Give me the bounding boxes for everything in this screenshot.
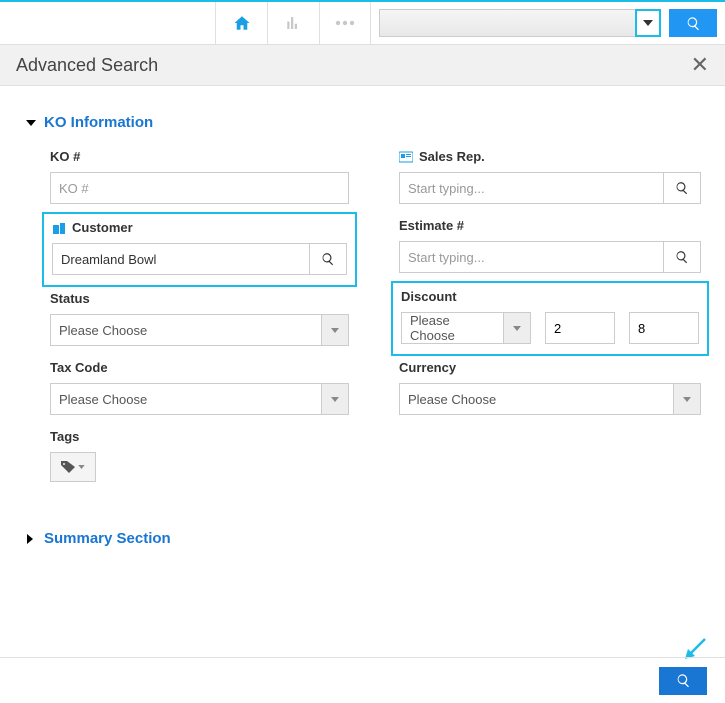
currency-label: Currency bbox=[399, 360, 701, 375]
sales-rep-label: Sales Rep. bbox=[419, 149, 485, 164]
tax-code-label: Tax Code bbox=[50, 360, 349, 375]
currency-value: Please Choose bbox=[399, 383, 673, 415]
global-search-input[interactable] bbox=[379, 9, 636, 37]
status-label: Status bbox=[50, 291, 349, 306]
caret-down-icon bbox=[683, 397, 691, 402]
field-tags: Tags bbox=[50, 429, 349, 482]
bar-chart-icon bbox=[285, 14, 303, 32]
field-discount: Discount Please Choose bbox=[401, 289, 699, 344]
estimate-search-button[interactable] bbox=[663, 241, 701, 273]
customer-label: Customer bbox=[72, 220, 133, 235]
field-tax-code: Tax Code Please Choose bbox=[50, 360, 349, 415]
search-icon bbox=[675, 181, 689, 195]
section-summary-header[interactable]: Summary Section bbox=[24, 530, 701, 547]
discount-type-toggle[interactable] bbox=[503, 312, 531, 344]
discount-label: Discount bbox=[401, 289, 699, 304]
tag-icon bbox=[61, 461, 75, 473]
caret-down-icon bbox=[78, 465, 85, 469]
caret-down-icon bbox=[513, 326, 521, 331]
field-estimate: Estimate # bbox=[399, 218, 701, 273]
customer-search-button[interactable] bbox=[309, 243, 347, 275]
home-button[interactable] bbox=[215, 2, 267, 44]
global-search-dropdown[interactable] bbox=[635, 9, 661, 37]
field-customer: Customer bbox=[52, 220, 347, 275]
field-status: Status Please Choose bbox=[50, 291, 349, 346]
ko-info-form: KO # Customer bbox=[24, 149, 701, 482]
customer-input[interactable] bbox=[52, 243, 309, 275]
tax-code-select[interactable]: Please Choose bbox=[50, 383, 349, 415]
footer bbox=[0, 657, 725, 703]
form-content: KO Information KO # Customer bbox=[0, 86, 725, 577]
page-title: Advanced Search bbox=[16, 55, 691, 76]
id-card-icon bbox=[399, 151, 413, 163]
customer-highlight: Customer bbox=[42, 212, 357, 287]
chevron-down-icon bbox=[24, 118, 38, 128]
sales-rep-input[interactable] bbox=[399, 172, 663, 204]
customer-lookup bbox=[52, 243, 347, 275]
estimate-input[interactable] bbox=[399, 241, 663, 273]
search-icon bbox=[676, 673, 691, 688]
ko-number-label: KO # bbox=[50, 149, 349, 164]
section-title: KO Information bbox=[44, 114, 153, 131]
tax-code-value: Please Choose bbox=[50, 383, 321, 415]
field-ko-number: KO # bbox=[50, 149, 349, 204]
chart-button[interactable] bbox=[267, 2, 319, 44]
more-button[interactable] bbox=[319, 2, 371, 44]
estimate-lookup bbox=[399, 241, 701, 273]
building-icon bbox=[52, 222, 66, 234]
global-search-wrap bbox=[371, 2, 725, 44]
section-ko-info-header[interactable]: KO Information bbox=[24, 114, 701, 131]
tags-label: Tags bbox=[50, 429, 349, 444]
chevron-right-icon bbox=[24, 534, 38, 544]
top-nav bbox=[0, 0, 725, 44]
caret-down-icon bbox=[331, 328, 339, 333]
home-icon bbox=[232, 14, 252, 32]
ko-number-input[interactable] bbox=[50, 172, 349, 204]
caret-down-icon bbox=[331, 397, 339, 402]
tags-button[interactable] bbox=[50, 452, 96, 482]
status-select[interactable]: Please Choose bbox=[50, 314, 349, 346]
chevron-down-icon bbox=[643, 20, 653, 26]
status-dropdown-toggle[interactable] bbox=[321, 314, 349, 346]
sales-rep-search-button[interactable] bbox=[663, 172, 701, 204]
left-column: KO # Customer bbox=[50, 149, 349, 482]
dots-icon bbox=[335, 20, 355, 26]
close-button[interactable]: ✕ bbox=[691, 54, 709, 76]
discount-type-value: Please Choose bbox=[401, 312, 503, 344]
search-icon bbox=[675, 250, 689, 264]
tax-code-dropdown-toggle[interactable] bbox=[321, 383, 349, 415]
panel-header: Advanced Search ✕ bbox=[0, 44, 725, 86]
right-column: Sales Rep. Estimate # bbox=[399, 149, 701, 482]
run-search-button[interactable] bbox=[659, 667, 707, 695]
sales-rep-lookup bbox=[399, 172, 701, 204]
estimate-label: Estimate # bbox=[399, 218, 701, 233]
search-icon bbox=[686, 16, 701, 31]
currency-select[interactable]: Please Choose bbox=[399, 383, 701, 415]
search-icon bbox=[321, 252, 335, 266]
discount-to-input[interactable] bbox=[629, 312, 699, 344]
field-currency: Currency Please Choose bbox=[399, 360, 701, 415]
status-value: Please Choose bbox=[50, 314, 321, 346]
discount-highlight: Discount Please Choose bbox=[391, 281, 709, 356]
section-title: Summary Section bbox=[44, 530, 171, 547]
discount-from-input[interactable] bbox=[545, 312, 615, 344]
field-sales-rep: Sales Rep. bbox=[399, 149, 701, 204]
global-search-button[interactable] bbox=[669, 9, 717, 37]
currency-dropdown-toggle[interactable] bbox=[673, 383, 701, 415]
discount-type-select[interactable]: Please Choose bbox=[401, 312, 531, 344]
